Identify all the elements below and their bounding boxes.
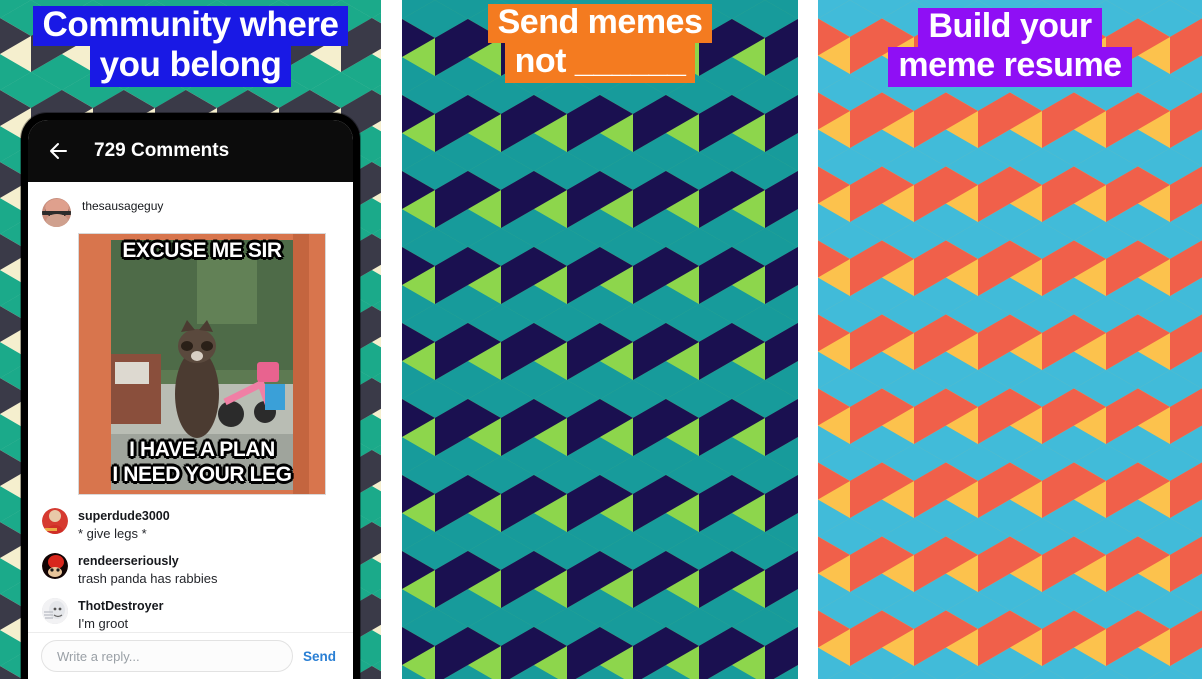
headline-line-1: Send memes: [487, 4, 713, 44]
post-author-name[interactable]: thesausageguy: [82, 198, 163, 214]
meme-image[interactable]: EXCUSE ME SIR I HAVE A PLAN I NEED YOUR …: [78, 233, 326, 495]
list-item[interactable]: rendeerseriously trash panda has rabbies: [28, 548, 353, 593]
headline-line-2: not ______: [504, 43, 696, 83]
comments-header: 729 Comments: [28, 120, 353, 182]
panel-2-headline: Send memes not ______: [402, 4, 798, 83]
headline-line-2: meme resume: [888, 47, 1132, 87]
comment-text: * give legs *: [78, 525, 147, 541]
reply-bar: Send: [28, 632, 353, 679]
headline-line-1: Build your: [918, 8, 1102, 48]
comment-text: I'm groot: [78, 616, 129, 631]
post-author-row: thesausageguy: [28, 193, 353, 229]
avatar[interactable]: [42, 553, 68, 580]
list-item[interactable]: superdude3000 * give legs *: [28, 503, 353, 548]
panel-3-background: [818, 0, 1202, 679]
reply-input[interactable]: [57, 648, 277, 664]
headline-line-1: Community where: [32, 6, 349, 47]
store-screenshot-panel-2: Send memes not ______: [402, 0, 798, 679]
panel-1-headline: Community where you belong: [0, 6, 381, 87]
back-arrow-icon[interactable]: [46, 139, 70, 163]
store-screenshot-panel-1: Community where you belong 729 Comments: [0, 0, 381, 679]
avatar[interactable]: [42, 198, 71, 227]
headline-line-2: you belong: [89, 46, 292, 87]
comments-count-title: 729 Comments: [94, 140, 230, 161]
phone-mockup-1: 729 Comments thesausageguy EXCUSE ME SIR…: [21, 113, 360, 679]
comments-body: thesausageguy EXCUSE ME SIR I HAVE A PLA…: [28, 182, 353, 679]
panel-2-background: [402, 0, 798, 679]
comment-author[interactable]: superdude3000: [78, 508, 170, 525]
isometric-cube-pattern-icon: [402, 0, 798, 679]
avatar[interactable]: [42, 508, 68, 534]
meme-caption-top: EXCUSE ME SIR: [122, 239, 282, 262]
comment-body: ThotDestroyer I'm groot: [78, 598, 163, 633]
original-post[interactable]: thesausageguy EXCUSE ME SIR I HAVE A PLA…: [28, 189, 353, 495]
store-screenshot-panel-3: Build your meme resume POSTS UPVOTES COM…: [818, 0, 1202, 679]
comments-screen: 729 Comments thesausageguy EXCUSE ME SIR…: [28, 120, 353, 679]
isometric-cube-pattern-icon: [818, 0, 1202, 679]
meme-caption-bottom-2: I NEED YOUR LEG: [112, 463, 292, 486]
comment-author[interactable]: ThotDestroyer: [78, 598, 163, 615]
avatar-image: [42, 508, 68, 534]
reply-input-wrapper[interactable]: [41, 640, 293, 672]
comments-list: superdude3000 * give legs * rendeerserio…: [28, 503, 353, 638]
meme-caption-bottom-1: I HAVE A PLAN: [129, 438, 275, 461]
avatar[interactable]: [42, 598, 68, 625]
avatar-image: [42, 553, 68, 580]
screenshot-stage: Community where you belong 729 Comments: [0, 0, 1202, 679]
comment-body: superdude3000 * give legs *: [78, 508, 170, 543]
avatar-image: [42, 598, 68, 625]
avatar-image: [42, 198, 71, 227]
comment-author[interactable]: rendeerseriously: [78, 553, 217, 570]
send-button[interactable]: Send: [303, 649, 340, 664]
panel-3-headline: Build your meme resume: [818, 8, 1202, 87]
comment-text: trash panda has rabbies: [78, 570, 218, 586]
comment-body: rendeerseriously trash panda has rabbies: [78, 553, 217, 588]
